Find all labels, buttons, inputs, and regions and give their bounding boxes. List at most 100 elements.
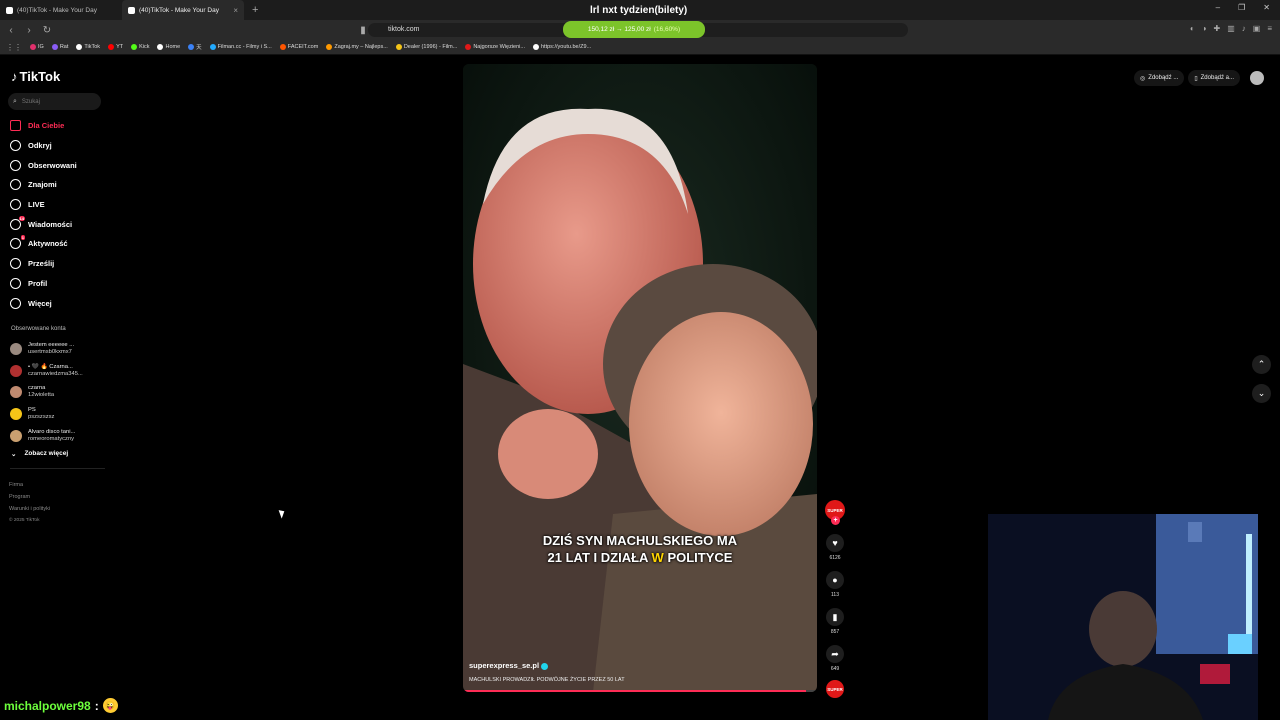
sidebar-item-profil[interactable]: Profil [10, 274, 105, 294]
browser-tab-active[interactable]: (40)TikTok - Make Your Day × [122, 0, 244, 20]
bookmark-item[interactable]: TikTok [76, 44, 100, 50]
previous-video-button[interactable]: ⌃ [1252, 355, 1271, 374]
profile-icon [10, 277, 21, 289]
sound-disc[interactable]: SUPER [826, 680, 844, 698]
verified-icon [541, 662, 549, 670]
comment-action[interactable]: ● 113 [826, 571, 844, 598]
footer-link-company[interactable]: Firma [9, 479, 50, 491]
get-app-label: Zdobądź a... [1200, 75, 1234, 81]
followed-account[interactable]: Jestem eeeeee ... usertmsb0kxmx7 [10, 338, 105, 360]
account-name: Alvaro disco tani... [28, 428, 76, 435]
account-username: czarnawiedzma345... [28, 370, 83, 377]
browser-tab[interactable]: (40)TikTok - Make Your Day [0, 0, 122, 20]
forward-icon[interactable]: › [22, 25, 36, 36]
bookmark-item[interactable]: Zagraj.my – Najleps... [326, 44, 388, 50]
restore-icon[interactable]: ❐ [1238, 3, 1245, 12]
sidebar-item-odkryj[interactable]: Odkryj [10, 136, 105, 156]
video-progress-bar[interactable] [463, 690, 817, 692]
save-action[interactable]: ▮ 857 [826, 608, 844, 635]
close-window-icon[interactable]: ✕ [1263, 3, 1270, 12]
bookmark-item[interactable]: YT [108, 44, 123, 50]
followed-account-text: Alvaro disco tani... romeoromatyczny [28, 429, 75, 443]
see-more-button[interactable]: ⌄ Zobacz więcej [11, 450, 68, 458]
sidebar-item-znajomi[interactable]: Znajomi [10, 175, 105, 195]
bookmark-item[interactable]: Kick [131, 44, 149, 50]
caption-line-2: 21 LAT I DZIAŁA W POLITYCE [463, 549, 817, 566]
sidebar-item-live[interactable]: LIVE [10, 195, 105, 215]
sidebar-item-obserwowani[interactable]: Obserwowani [10, 155, 105, 175]
bookmark-favicon-icon [326, 44, 333, 50]
bookmark-favicon-icon [395, 44, 402, 50]
follow-plus-icon[interactable]: + [831, 516, 840, 525]
puzzle-icon[interactable]: ✚ [1214, 24, 1221, 33]
header-actions: ◎ Zdobądź ... ▯ Zdobądź a... [1134, 70, 1264, 86]
footer-link-terms[interactable]: Warunki i polityki [9, 503, 50, 515]
bookmark-label: FACEIT.com [287, 44, 319, 50]
bookmark-item[interactable]: Filman.cc - Filmy i S... [209, 44, 272, 50]
video-player[interactable]: DZIŚ SYN MACHULSKIEGO MA 21 LAT I DZIAŁA… [463, 64, 817, 692]
bookmark-item[interactable]: Rat [51, 44, 68, 50]
bookmark-item[interactable]: https://youtu.be/Z9... [533, 44, 591, 50]
wallet-icon[interactable]: ▣ [1253, 24, 1261, 33]
back-icon[interactable]: ‹ [4, 25, 18, 36]
bookmark-item[interactable]: Home [157, 44, 180, 50]
creator-avatar[interactable]: SUPER + [825, 500, 845, 525]
followed-account[interactable]: czarna 12wioletta [10, 381, 105, 403]
sidebar-nav: Dla Ciebie Odkryj Obserwowani Znajomi LIVE 14… [10, 116, 105, 313]
sidebar-item-wiadomo-ci[interactable]: 14 Wiadomości [10, 214, 105, 234]
footer-link-program[interactable]: Program [9, 491, 50, 503]
followed-account[interactable]: • 🖤 🔥 Czarna... czarnawiedzma345... [10, 360, 105, 382]
apps-icon[interactable]: ⋮⋮ [6, 43, 22, 52]
heart-icon: ♥ [826, 534, 844, 552]
webcam-overlay [988, 514, 1258, 720]
reload-icon[interactable]: ↻ [40, 25, 54, 36]
caption-text: 21 LAT I DZIAŁA [547, 550, 652, 565]
bookmark-label: Kick [139, 44, 150, 50]
minimize-icon[interactable]: – [1216, 3, 1220, 12]
search-input[interactable]: ⌕ Szukaj [8, 93, 101, 110]
divider [10, 468, 105, 469]
bookmark-icon: ▮ [826, 608, 844, 626]
tiktok-logo[interactable]: ♪ TikTok [11, 69, 60, 84]
account-username: romeoromatyczny [28, 435, 75, 442]
avatar [10, 407, 22, 420]
price-tracker-pill[interactable]: 150,12 zł → 125,00 zł (16,60%) [563, 21, 705, 38]
creator-avatar-label: SUPER [827, 507, 843, 513]
bookmark-item[interactable]: FACEIT.com [279, 44, 319, 50]
video-progress-fill [463, 690, 807, 692]
close-tab-icon[interactable]: × [233, 6, 238, 15]
bookmark-item[interactable]: 天 [188, 43, 202, 51]
sidebar-item-dla-ciebie[interactable]: Dla Ciebie [10, 116, 105, 136]
followed-account[interactable]: PS pszszszsz [10, 403, 105, 425]
sidebar-item-wi-cej[interactable]: Więcej [10, 293, 105, 313]
bookmark-label: Home [165, 44, 181, 50]
sidebar-icon[interactable]: ▥ [1227, 24, 1235, 33]
followed-account-text: czarna 12wioletta [28, 385, 54, 399]
followed-account-text: PS pszszszsz [28, 407, 54, 421]
menu-icon[interactable]: ≡ [1267, 24, 1272, 33]
sidebar-item-prze-lij[interactable]: Prześlij [10, 254, 105, 274]
get-app-button[interactable]: ▯ Zdobądź a... [1188, 70, 1240, 86]
sidebar-item-aktywno-[interactable]: 1 Aktywność [10, 234, 105, 254]
friends-icon [10, 179, 21, 191]
bookmark-item[interactable]: IG [30, 44, 44, 50]
new-tab-button[interactable]: + [244, 4, 266, 16]
like-action[interactable]: ♥ 6126 [826, 534, 844, 561]
extension-icon[interactable]: ◐ [1190, 24, 1195, 33]
video-author[interactable]: superexpress_se.pl [469, 661, 549, 670]
get-coins-button[interactable]: ◎ Zdobądź ... [1134, 70, 1185, 86]
music-icon[interactable]: ♪ [1242, 24, 1246, 33]
video-description: MACHULSKI PROWADZIŁ PODWÓJNE ŻYCIE PRZEZ… [469, 677, 625, 683]
bookmark-favicon-icon [188, 44, 195, 50]
extension-icon[interactable]: ◑ [1202, 24, 1207, 33]
sound-disc-label: SUPER [827, 686, 843, 692]
bookmark-label: Dealer (1996) - Film... [403, 44, 458, 50]
bookmark-item[interactable]: Najgorsze Więzieni... [465, 44, 525, 50]
following-icon [10, 159, 21, 171]
share-action[interactable]: ➦ 649 [826, 645, 844, 672]
followed-account[interactable]: Alvaro disco tani... romeoromatyczny [10, 425, 105, 447]
bookmark-item[interactable]: Dealer (1996) - Film... [395, 44, 458, 50]
followed-account-text: Jestem eeeeee ... usertmsb0kxmx7 [28, 342, 74, 356]
user-avatar[interactable] [1250, 71, 1264, 85]
next-video-button[interactable]: ⌄ [1252, 384, 1271, 403]
